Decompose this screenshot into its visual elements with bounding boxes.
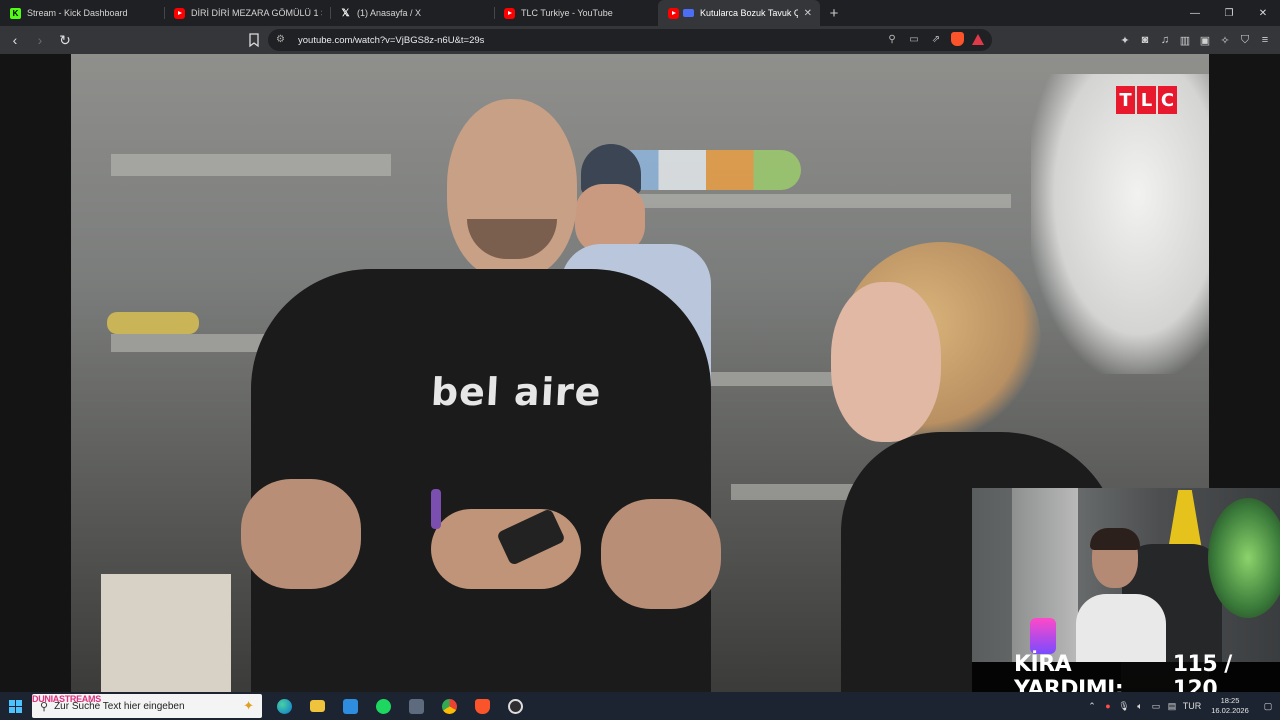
tlc-logo: T L C	[1116, 86, 1177, 114]
youtube-icon	[668, 7, 679, 19]
shirt-print: bel aire	[429, 370, 603, 414]
bookmark-icon[interactable]	[246, 32, 262, 48]
tab-active-video[interactable]: Kutularca Bozuk Tavuk Çıktı: ✕	[658, 0, 820, 26]
taskbar-apps	[268, 694, 532, 718]
brave-icon[interactable]	[466, 694, 499, 718]
restore-icon[interactable]: ❐	[1212, 0, 1246, 26]
brave-rewards-icon[interactable]	[972, 33, 984, 45]
record-icon[interactable]: ●	[1100, 701, 1116, 711]
tab-label: (1) Anasayfa / X	[357, 8, 422, 18]
cardboard-box	[101, 574, 231, 692]
back-icon[interactable]: ‹	[5, 30, 25, 50]
picture-in-picture-icon	[683, 9, 694, 17]
chevron-up-icon[interactable]: ⌃	[1084, 701, 1100, 712]
x-icon: 𝕏	[341, 7, 350, 19]
chrome-icon[interactable]	[433, 694, 466, 718]
vpn-icon[interactable]: ⛉	[1238, 31, 1252, 49]
minimize-icon[interactable]: —	[1178, 0, 1212, 26]
rgb-light	[1030, 618, 1056, 654]
menu-icon[interactable]: ≡	[1258, 31, 1272, 49]
site-settings-icon[interactable]: ⚙	[276, 34, 288, 46]
youtube-icon	[504, 7, 515, 19]
language-indicator[interactable]: TUR	[1180, 701, 1204, 711]
tab-kick-dashboard[interactable]: K Stream - Kick Dashboard	[0, 0, 164, 26]
spotify-icon[interactable]	[367, 694, 400, 718]
rent-goal-value: 115 / 120	[1172, 652, 1233, 692]
youtube-icon	[174, 7, 185, 19]
calculator-icon[interactable]	[400, 694, 433, 718]
kick-icon: K	[10, 7, 21, 19]
system-clock[interactable]: 18:25 16.02.2026	[1204, 696, 1256, 716]
brave-shields-icon[interactable]	[951, 32, 964, 46]
speaker-icon[interactable]: 🔈︎	[1132, 701, 1148, 712]
clock-time: 18:25	[1220, 696, 1240, 705]
taskbar: ⚲ Zur Suche Text hier eingeben DUNIASTRE…	[0, 692, 1280, 720]
copilot-icon[interactable]: ✦	[243, 698, 254, 714]
new-tab-button[interactable]: +	[820, 0, 848, 26]
forward-icon[interactable]: ›	[30, 30, 50, 50]
tab-label: TLC Turkiye - YouTube	[521, 8, 613, 18]
store-icon[interactable]	[334, 694, 367, 718]
wet-floor-sign	[1168, 490, 1202, 550]
zoom-icon[interactable]: ⚲	[885, 34, 899, 45]
window-controls: — ❐ ✕	[1178, 0, 1280, 26]
reload-icon[interactable]: ↻	[55, 30, 75, 50]
network-icon[interactable]: ▭	[1148, 701, 1164, 712]
clock-date: 16.02.2026	[1211, 706, 1249, 715]
tab-strip: K Stream - Kick Dashboard DİRİ DİRİ MEZA…	[0, 0, 1280, 26]
tab-label: DİRİ DİRİ MEZARA GÖMÜLÜ 1 SAAT	[191, 8, 322, 18]
wallet-icon[interactable]: ▣	[1198, 31, 1212, 49]
address-bar-actions: ⚲ ▭ ⇗	[885, 32, 984, 46]
close-window-icon[interactable]: ✕	[1246, 0, 1280, 26]
tlc-letter: C	[1158, 86, 1177, 114]
rent-goal-label: KİRA YARDIMI:	[1014, 652, 1124, 692]
system-tray: ⌃ ● 🎙︎ 🔈︎ ▭ ▤ TUR 18:25 16.02.2026 ▢	[1084, 692, 1280, 720]
extensions-icon[interactable]: ✦	[1118, 31, 1132, 49]
portal-art	[1208, 498, 1280, 618]
leo-ai-icon[interactable]: ✧	[1218, 31, 1232, 49]
tab-youtube-video[interactable]: DİRİ DİRİ MEZARA GÖMÜLÜ 1 SAAT	[164, 0, 330, 26]
streamer	[1076, 528, 1166, 662]
media-icon[interactable]: ♫	[1158, 31, 1172, 49]
tlc-letter: T	[1116, 86, 1135, 114]
food-tray	[107, 312, 199, 334]
address-text: youtube.com/watch?v=VjBGS8z-n6U&t=29s	[298, 34, 485, 46]
address-bar[interactable]: ⚙ youtube.com/watch?v=VjBGS8z-n6U&t=29s …	[268, 29, 992, 51]
windows-start-icon[interactable]	[0, 692, 30, 720]
obs-icon[interactable]	[499, 694, 532, 718]
share-icon[interactable]: ⇗	[929, 34, 943, 45]
tab-close-icon[interactable]: ✕	[804, 8, 812, 19]
cast-icon[interactable]: ▭	[907, 34, 921, 45]
tab-x-home[interactable]: 𝕏 (1) Anasayfa / X	[330, 0, 494, 26]
page-viewport: bel aire T L C KİRA YARDIMI: 115 / 120	[0, 54, 1280, 692]
toolbar-extensions: ✦ ◙ ♫ ▥ ▣ ✧ ⛉ ≡	[1118, 31, 1272, 49]
edge-icon[interactable]	[268, 694, 301, 718]
sidebar-icon[interactable]: ▥	[1178, 31, 1192, 49]
rent-goal-overlay: KİRA YARDIMI: 115 / 120	[972, 652, 1280, 692]
file-explorer-icon[interactable]	[301, 694, 334, 718]
browser-toolbar: ‹ › ↻ ⚙ youtube.com/watch?v=VjBGS8z-n6U&…	[0, 26, 1280, 54]
tab-tlc-turkiye[interactable]: TLC Turkiye - YouTube	[494, 0, 658, 26]
notification-icon[interactable]: ▢	[1256, 701, 1280, 712]
taskbar-search-input[interactable]: ⚲ Zur Suche Text hier eingeben DUNIASTRE…	[32, 694, 262, 718]
device-icon[interactable]: ▤	[1164, 701, 1180, 712]
streamer-webcam	[972, 488, 1280, 662]
overlay-watermark: DUNIASTREAMS	[32, 694, 101, 704]
microphone-icon[interactable]: 🎙︎	[1116, 701, 1132, 712]
tab-label: Stream - Kick Dashboard	[27, 8, 128, 18]
tab-label: Kutularca Bozuk Tavuk Çıktı:	[700, 8, 798, 18]
screenshot-icon[interactable]: ◙	[1138, 31, 1152, 49]
tlc-letter: L	[1137, 86, 1156, 114]
